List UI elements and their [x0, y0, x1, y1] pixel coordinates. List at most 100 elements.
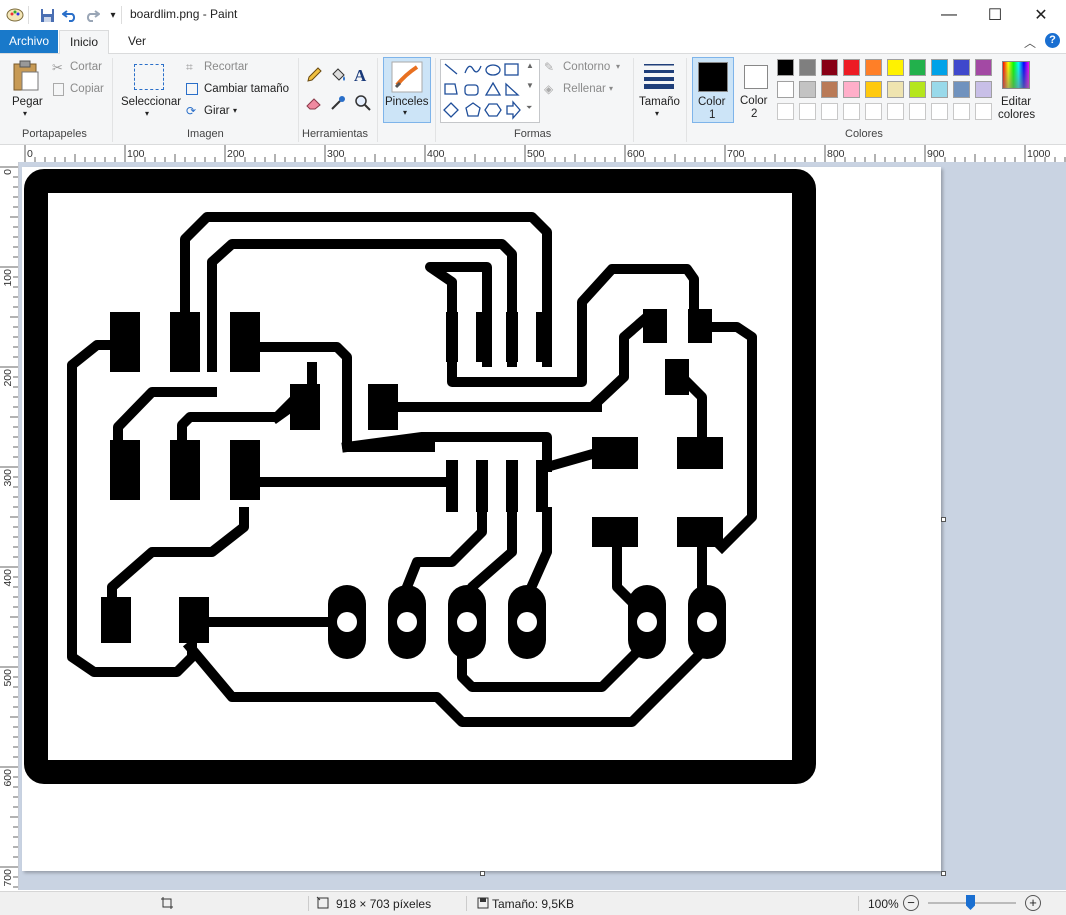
- palette-swatch[interactable]: [799, 59, 816, 76]
- ruler-label: 0: [27, 148, 33, 160]
- size-button[interactable]: Tamaño ▾: [638, 58, 680, 120]
- palette-swatch[interactable]: [887, 59, 904, 76]
- help-icon[interactable]: ?: [1045, 33, 1060, 48]
- paste-button[interactable]: Pegar ▾: [6, 58, 46, 120]
- close-button[interactable]: ✕: [1018, 0, 1064, 30]
- rotate-icon: ⟳: [186, 104, 197, 118]
- fill-icon[interactable]: [329, 66, 347, 87]
- brushes-button[interactable]: Pinceles ▾: [383, 57, 431, 123]
- tab-ver[interactable]: Ver: [118, 30, 156, 53]
- ruler-label: 600: [627, 148, 645, 160]
- palette-swatch[interactable]: [975, 59, 992, 76]
- palette-swatch[interactable]: [777, 103, 794, 120]
- ruler-label: 900: [927, 148, 945, 160]
- palette-swatch[interactable]: [931, 59, 948, 76]
- ribbon-tabs: Archivo Inicio Ver ︿ ?: [0, 30, 1066, 54]
- outline-label: Contorno: [563, 61, 611, 73]
- palette-swatch[interactable]: [975, 81, 992, 98]
- ruler-label: 100: [2, 269, 14, 287]
- vertical-ruler: 0 100 200 300 400 500 600 700: [0, 162, 19, 890]
- customize-dropdown-icon[interactable]: ▾: [104, 6, 122, 24]
- redo-icon[interactable]: [83, 6, 101, 24]
- palette-swatch[interactable]: [909, 103, 926, 120]
- minimize-button[interactable]: —: [926, 0, 972, 30]
- eraser-icon[interactable]: [305, 94, 323, 115]
- edit-colors-line2: colores: [998, 109, 1036, 121]
- palette-swatch[interactable]: [865, 81, 882, 98]
- palette-swatch[interactable]: [843, 103, 860, 120]
- palette-swatch[interactable]: [821, 81, 838, 98]
- palette-swatch[interactable]: [821, 103, 838, 120]
- ruler-label: 400: [2, 569, 14, 587]
- color-picker-icon[interactable]: [329, 94, 347, 115]
- ruler-label: 500: [527, 148, 545, 160]
- palette-swatch[interactable]: [777, 81, 794, 98]
- group-label-tools: Herramientas: [302, 128, 369, 140]
- zoom-in-button[interactable]: +: [1025, 895, 1041, 911]
- palette-swatch[interactable]: [799, 81, 816, 98]
- file-size: Tamaño: 9,5KB: [492, 897, 575, 911]
- cursor-position-icon: [160, 896, 174, 913]
- shapes-scroll[interactable]: ▲ ▼ ⏷: [523, 59, 537, 121]
- palette-swatch[interactable]: [887, 103, 904, 120]
- crop-icon: ⌗: [186, 60, 193, 74]
- zoom-out-button[interactable]: −: [903, 895, 919, 911]
- resize-handle-right[interactable]: [941, 517, 946, 522]
- palette-swatch[interactable]: [975, 103, 992, 120]
- outline-icon: ✎: [544, 60, 555, 74]
- palette-swatch[interactable]: [843, 81, 860, 98]
- save-icon[interactable]: [38, 6, 56, 24]
- group-label-image: Imagen: [187, 128, 224, 140]
- palette-swatch[interactable]: [843, 59, 860, 76]
- ruler-label: 600: [2, 769, 14, 787]
- palette-swatch[interactable]: [931, 103, 948, 120]
- palette-swatch[interactable]: [887, 81, 904, 98]
- tab-inicio[interactable]: Inicio: [59, 30, 110, 54]
- edit-colors-button[interactable]: Editar colores: [996, 58, 1038, 122]
- undo-icon[interactable]: [61, 6, 79, 24]
- palette-swatch[interactable]: [799, 103, 816, 120]
- palette-swatch[interactable]: [953, 81, 970, 98]
- cut-label: Cortar: [70, 61, 102, 73]
- resize-handle-corner[interactable]: [941, 871, 946, 876]
- paint-app-icon[interactable]: [6, 6, 24, 24]
- palette-swatch[interactable]: [909, 59, 926, 76]
- palette-swatch[interactable]: [777, 59, 794, 76]
- maximize-button[interactable]: ☐: [972, 0, 1018, 30]
- pcb-board-image: [24, 169, 816, 784]
- palette-swatch[interactable]: [953, 59, 970, 76]
- palette-swatch[interactable]: [909, 81, 926, 98]
- palette-swatch[interactable]: [865, 103, 882, 120]
- color1-button[interactable]: Color 1: [692, 57, 734, 123]
- copy-label: Copiar: [70, 83, 104, 95]
- palette-swatch[interactable]: [953, 103, 970, 120]
- select-button[interactable]: Seleccionar ▾: [118, 58, 181, 120]
- color1-swatch: [698, 62, 728, 92]
- resize-icon: [186, 83, 198, 95]
- window-title: boardlim.png - Paint: [130, 7, 238, 21]
- zoom-level: 100%: [868, 897, 899, 911]
- group-label-colors: Colores: [845, 128, 883, 140]
- crop-label: Recortar: [204, 61, 249, 73]
- text-icon[interactable]: A: [354, 66, 366, 86]
- collapse-ribbon-icon[interactable]: ︿: [1024, 34, 1036, 51]
- scissors-icon: ✂: [52, 60, 63, 75]
- palette-swatch[interactable]: [865, 59, 882, 76]
- tab-archivo[interactable]: Archivo: [0, 30, 59, 53]
- magnifier-icon[interactable]: [354, 94, 372, 115]
- rotate-label: Girar: [204, 105, 230, 117]
- resize-label: Cambiar tamaño: [204, 83, 290, 95]
- file-size-icon: [477, 897, 489, 912]
- pencil-icon[interactable]: [305, 66, 323, 87]
- color2-button[interactable]: Color 2: [736, 57, 774, 121]
- drawing-canvas[interactable]: [22, 167, 941, 871]
- line-size-icon: [642, 62, 676, 93]
- zoom-slider-thumb[interactable]: [966, 895, 975, 910]
- size-label: Tamaño: [639, 96, 680, 108]
- color2-label: Color: [740, 95, 768, 107]
- ruler-label: 800: [827, 148, 845, 160]
- palette-swatch[interactable]: [931, 81, 948, 98]
- palette-swatch[interactable]: [821, 59, 838, 76]
- resize-handle-bottom[interactable]: [480, 871, 485, 876]
- paste-label: Pegar: [12, 96, 43, 108]
